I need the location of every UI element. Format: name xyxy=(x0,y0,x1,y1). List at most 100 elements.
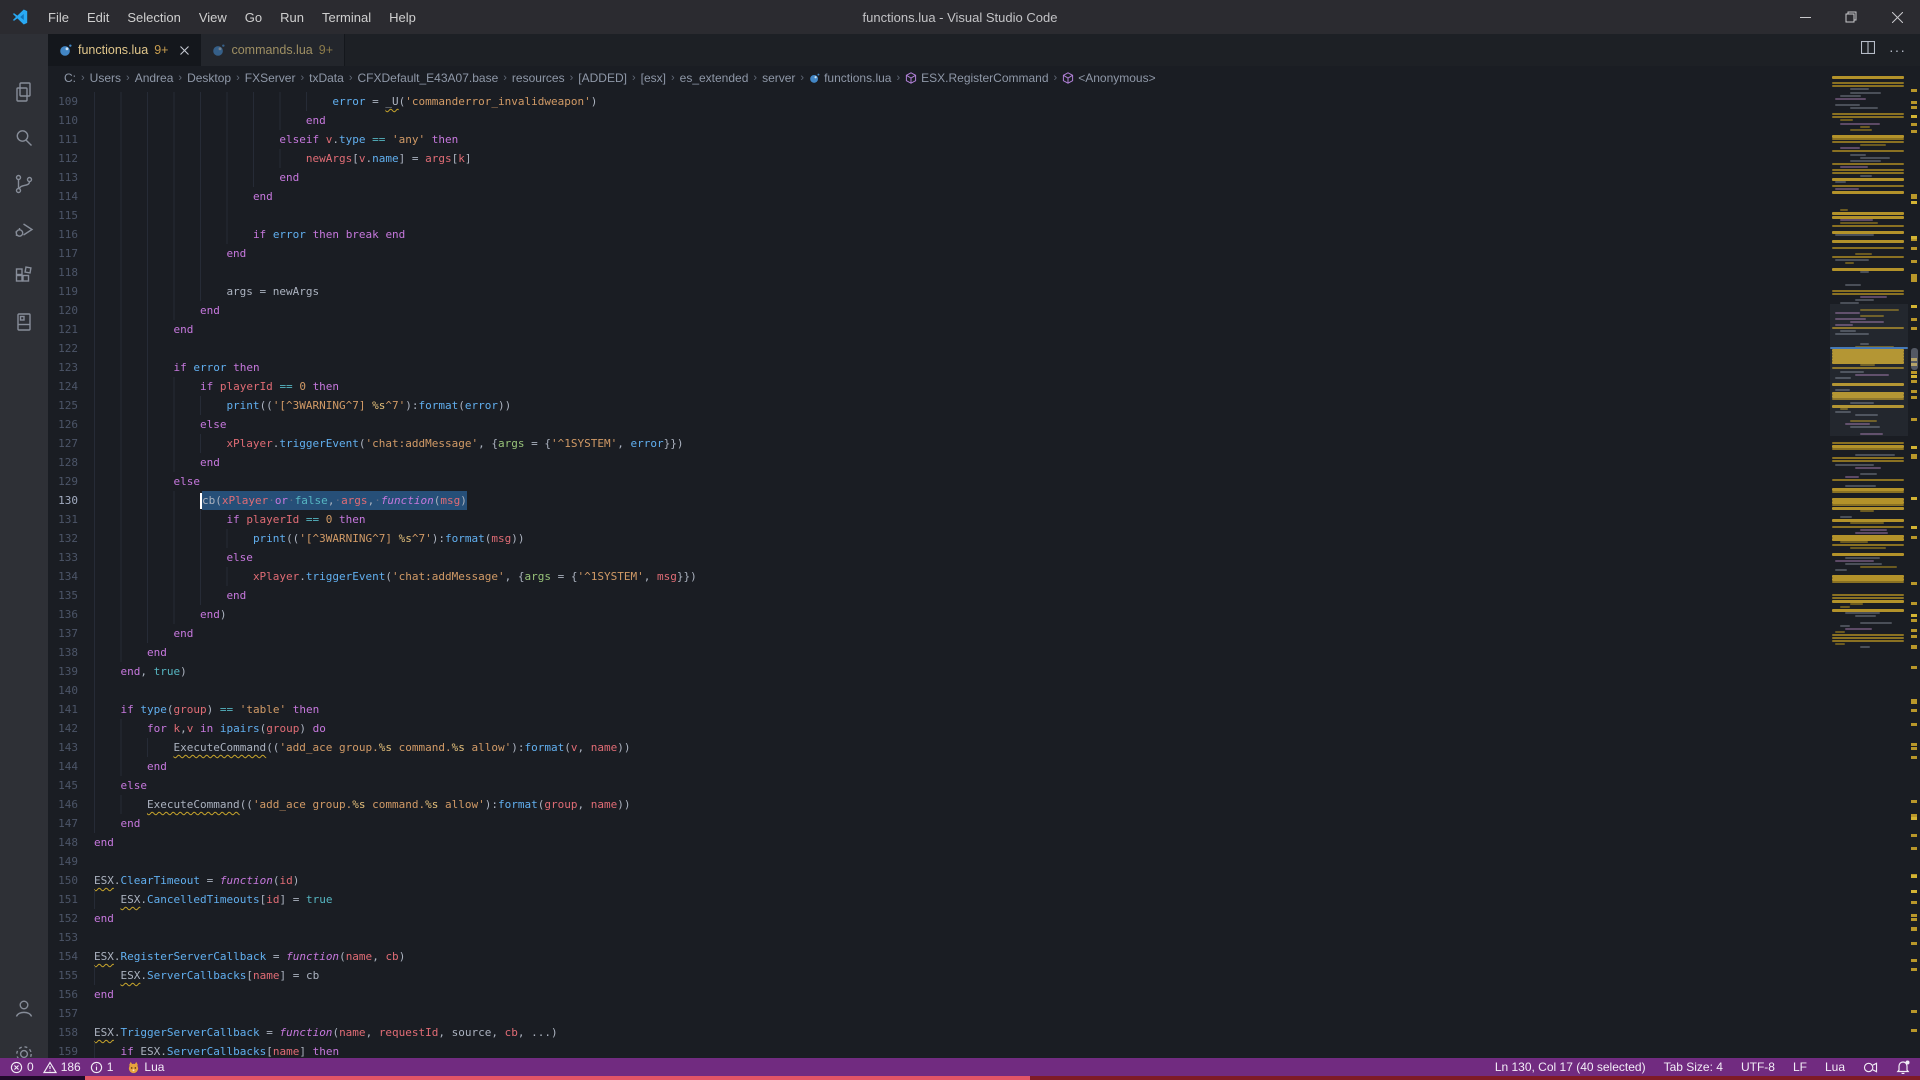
tab-size-indicator[interactable]: Tab Size: 4 xyxy=(1664,1060,1723,1074)
line-number[interactable]: 154 xyxy=(48,947,94,966)
search-icon[interactable] xyxy=(0,116,48,160)
code-editor[interactable]: 109error = _U('commanderror_invalidweapo… xyxy=(48,90,1920,1058)
extensions-icon[interactable] xyxy=(0,254,48,298)
code-line[interactable]: 116if error then break end xyxy=(48,225,1920,244)
menu-item-terminal[interactable]: Terminal xyxy=(313,0,380,34)
code-line[interactable]: 154ESX.RegisterServerCallback = function… xyxy=(48,947,1920,966)
line-number[interactable]: 125 xyxy=(48,396,94,415)
breadcrumb-item[interactable]: resources xyxy=(512,71,565,85)
menu-item-go[interactable]: Go xyxy=(236,0,271,34)
code-line[interactable]: 141if type(group) == 'table' then xyxy=(48,700,1920,719)
code-line[interactable]: 139end, true) xyxy=(48,662,1920,681)
minimize-button[interactable] xyxy=(1782,0,1828,34)
cursor-position[interactable]: Ln 130, Col 17 (40 selected) xyxy=(1495,1060,1646,1074)
line-number[interactable]: 127 xyxy=(48,434,94,453)
line-number[interactable]: 147 xyxy=(48,814,94,833)
tab-commands-lua[interactable]: commands.lua 9+ xyxy=(201,34,345,66)
line-number[interactable]: 124 xyxy=(48,377,94,396)
feedback-icon[interactable] xyxy=(1863,1061,1878,1074)
account-icon[interactable] xyxy=(0,986,48,1030)
notebook-icon[interactable] xyxy=(0,300,48,344)
breadcrumb-item[interactable]: Users xyxy=(90,71,121,85)
code-line[interactable]: 145else xyxy=(48,776,1920,795)
line-number[interactable]: 144 xyxy=(48,757,94,776)
line-number[interactable]: 116 xyxy=(48,225,94,244)
menu-item-edit[interactable]: Edit xyxy=(78,0,118,34)
code-line[interactable]: 114end xyxy=(48,187,1920,206)
line-number[interactable]: 151 xyxy=(48,890,94,909)
code-line[interactable]: 136end) xyxy=(48,605,1920,624)
code-line[interactable]: 151ESX.CancelledTimeouts[id] = true xyxy=(48,890,1920,909)
line-number[interactable]: 159 xyxy=(48,1042,94,1058)
breadcrumb-item[interactable]: Desktop xyxy=(187,71,231,85)
line-number[interactable]: 158 xyxy=(48,1023,94,1042)
code-line[interactable]: 134xPlayer.triggerEvent('chat:addMessage… xyxy=(48,567,1920,586)
code-line[interactable]: 117end xyxy=(48,244,1920,263)
code-line[interactable]: 110end xyxy=(48,111,1920,130)
code-line[interactable]: 135end xyxy=(48,586,1920,605)
line-number[interactable]: 131 xyxy=(48,510,94,529)
menu-item-file[interactable]: File xyxy=(39,0,78,34)
line-number[interactable]: 150 xyxy=(48,871,94,890)
breadcrumb-item[interactable]: es_extended xyxy=(680,71,749,85)
line-number[interactable]: 122 xyxy=(48,339,94,358)
line-number[interactable]: 146 xyxy=(48,795,94,814)
line-number[interactable]: 132 xyxy=(48,529,94,548)
line-number[interactable]: 141 xyxy=(48,700,94,719)
breadcrumb-item[interactable]: Andrea xyxy=(135,71,174,85)
code-line[interactable]: 140 xyxy=(48,681,1920,700)
breadcrumb-item[interactable]: txData xyxy=(309,71,344,85)
run-debug-icon[interactable] xyxy=(0,208,48,252)
minimap[interactable] xyxy=(1830,66,1908,1058)
code-line[interactable]: 128end xyxy=(48,453,1920,472)
source-control-icon[interactable] xyxy=(0,162,48,206)
close-window-button[interactable] xyxy=(1874,0,1920,34)
scrollbar-thumb[interactable] xyxy=(1911,348,1918,370)
code-line[interactable]: 119args = newArgs xyxy=(48,282,1920,301)
code-line[interactable]: 120end xyxy=(48,301,1920,320)
problems-summary[interactable]: 0 186 1 xyxy=(10,1060,113,1074)
code-line[interactable]: 137end xyxy=(48,624,1920,643)
code-line[interactable]: 150ESX.ClearTimeout = function(id) xyxy=(48,871,1920,890)
code-line[interactable]: 109error = _U('commanderror_invalidweapo… xyxy=(48,92,1920,111)
code-line[interactable]: 142for k,v in ipairs(group) do xyxy=(48,719,1920,738)
line-number[interactable]: 112 xyxy=(48,149,94,168)
line-number[interactable]: 123 xyxy=(48,358,94,377)
code-line[interactable]: 118 xyxy=(48,263,1920,282)
line-number[interactable]: 137 xyxy=(48,624,94,643)
code-line[interactable]: 111elseif v.type == 'any' then xyxy=(48,130,1920,149)
code-line[interactable]: 113end xyxy=(48,168,1920,187)
line-number[interactable]: 155 xyxy=(48,966,94,985)
code-line[interactable]: 121end xyxy=(48,320,1920,339)
breadcrumb-item[interactable]: <Anonymous> xyxy=(1062,71,1155,85)
code-line[interactable]: 144end xyxy=(48,757,1920,776)
line-number[interactable]: 140 xyxy=(48,681,94,700)
code-line[interactable]: 158ESX.TriggerServerCallback = function(… xyxy=(48,1023,1920,1042)
code-line[interactable]: 148end xyxy=(48,833,1920,852)
line-number[interactable]: 138 xyxy=(48,643,94,662)
code-line[interactable]: 130cb(xPlayer·or·false,·args,·function(m… xyxy=(48,491,1920,510)
language-mode[interactable]: Lua xyxy=(1825,1060,1845,1074)
code-line[interactable]: 127xPlayer.triggerEvent('chat:addMessage… xyxy=(48,434,1920,453)
code-line[interactable]: 123if error then xyxy=(48,358,1920,377)
code-line[interactable]: 132print(('[^3WARNING^7] %s^7'):format(m… xyxy=(48,529,1920,548)
line-number[interactable]: 153 xyxy=(48,928,94,947)
line-number[interactable]: 157 xyxy=(48,1004,94,1023)
line-number[interactable]: 148 xyxy=(48,833,94,852)
breadcrumb-item[interactable]: [ADDED] xyxy=(578,71,627,85)
restore-button[interactable] xyxy=(1828,0,1874,34)
split-editor-icon[interactable] xyxy=(1861,41,1875,59)
line-number[interactable]: 133 xyxy=(48,548,94,567)
line-number[interactable]: 119 xyxy=(48,282,94,301)
code-line[interactable]: 147end xyxy=(48,814,1920,833)
line-number[interactable]: 129 xyxy=(48,472,94,491)
code-line[interactable]: 153 xyxy=(48,928,1920,947)
line-number[interactable]: 139 xyxy=(48,662,94,681)
breadcrumb-item[interactable]: C: xyxy=(64,71,76,85)
code-line[interactable]: 159if ESX.ServerCallbacks[name] then xyxy=(48,1042,1920,1058)
breadcrumb-item[interactable]: CFXDefault_E43A07.base xyxy=(357,71,498,85)
breadcrumb-item[interactable]: server xyxy=(762,71,795,85)
code-line[interactable]: 149 xyxy=(48,852,1920,871)
code-line[interactable]: 124if playerId == 0 then xyxy=(48,377,1920,396)
code-line[interactable]: 146ExecuteCommand(('add_ace group.%s com… xyxy=(48,795,1920,814)
